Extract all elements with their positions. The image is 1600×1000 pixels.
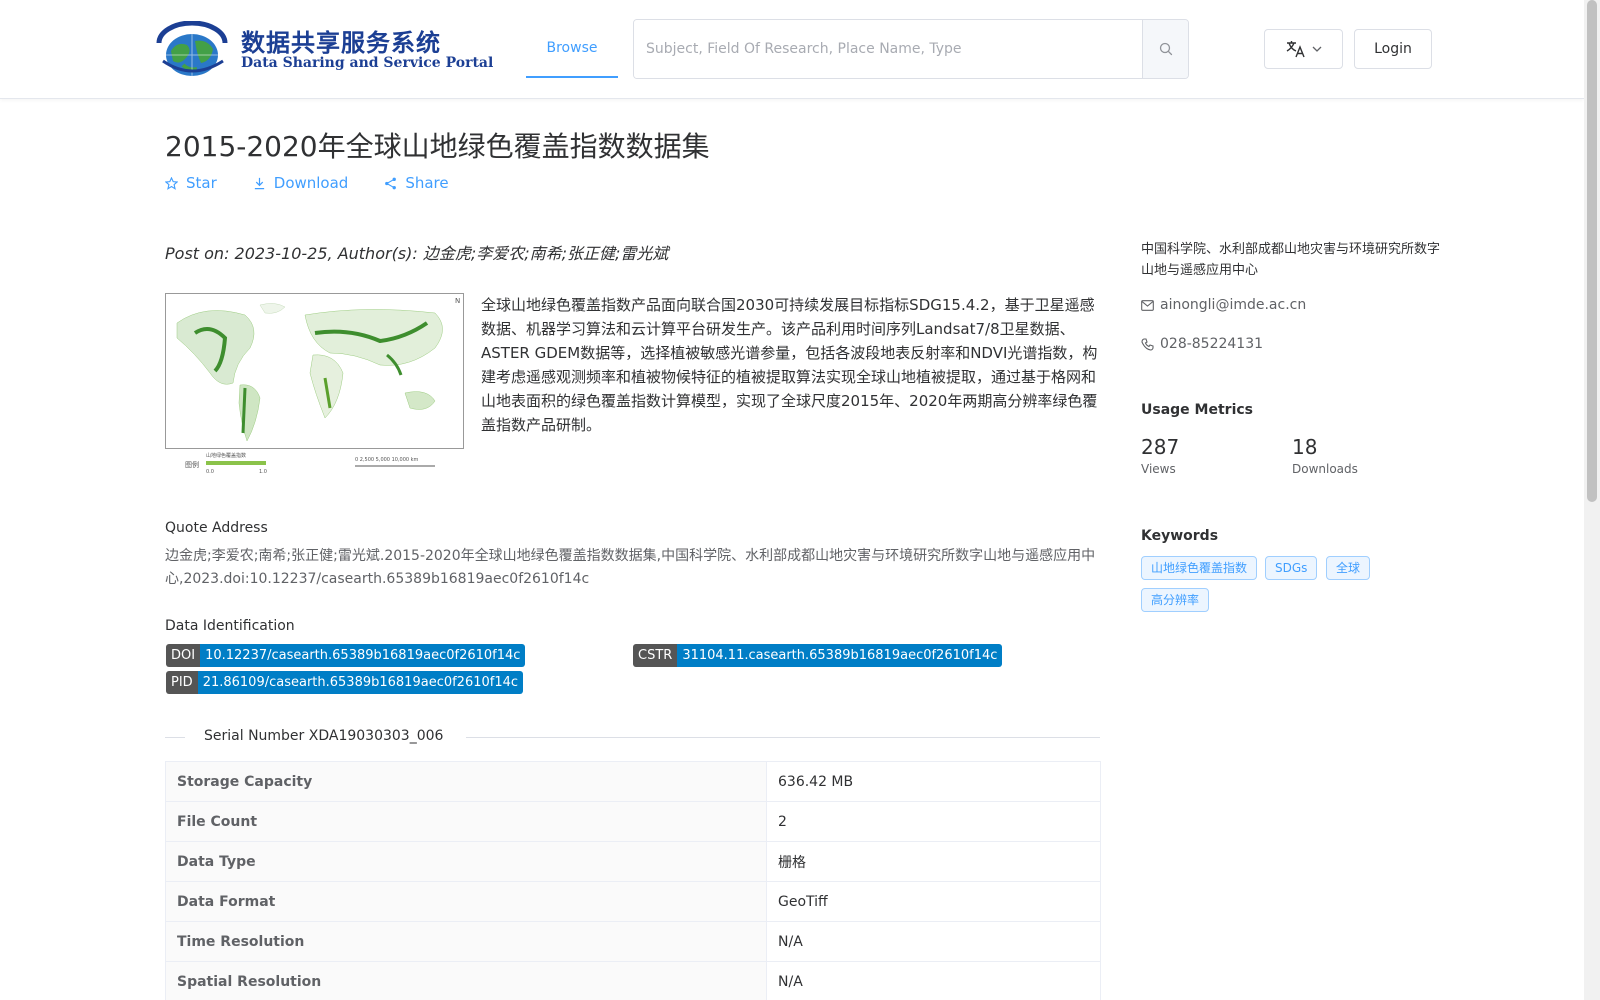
logo-english-title: Data Sharing and Service Portal [241, 55, 494, 71]
svg-text:N: N [455, 297, 460, 305]
pid-badge-value: 21.86109/casearth.65389b16819aec0f2610f1… [197, 671, 524, 694]
page-scrollbar[interactable] [1584, 0, 1600, 1000]
svg-text:0.0: 0.0 [206, 469, 214, 475]
views-metric: 287 Views [1141, 435, 1179, 476]
download-icon [254, 177, 264, 189]
detail-key: Time Resolution [165, 921, 767, 962]
dataset-thumbnail-map[interactable]: N 图例 山地绿色覆盖指数 0.0 1.0 0 2,500 5,000 10,0… [165, 293, 465, 478]
divider-line-right [466, 737, 1100, 738]
svg-text:0 2,500 5,000 10,000: 0 2,500 5,000 10,000 km [355, 457, 419, 463]
keywords-title: Keywords [1141, 528, 1219, 544]
table-row: File Count 2 [165, 801, 1101, 842]
table-row: Data Type 栅格 [165, 841, 1101, 882]
phone-text: 028-85224131 [1160, 336, 1264, 352]
star-label: Star [186, 174, 217, 192]
cstr-badge[interactable]: CSTR 31104.11.casearth.65389b16819aec0f2… [633, 644, 1003, 667]
pid-badge[interactable]: PID 21.86109/casearth.65389b16819aec0f26… [166, 671, 524, 694]
cstr-badge-value: 31104.11.casearth.65389b16819aec0f2610f1… [677, 644, 1003, 667]
share-button[interactable]: Share [384, 174, 449, 192]
top-header: 数据共享服务系统 Data Sharing and Service Portal… [0, 0, 1584, 99]
detail-key: Data Type [165, 841, 767, 882]
views-count: 287 [1141, 435, 1180, 459]
doi-badge-key: DOI [166, 644, 201, 667]
search-bar [633, 19, 1189, 79]
scrollbar-thumb[interactable] [1587, 0, 1597, 502]
views-label: Views [1141, 462, 1176, 476]
downloads-metric: 18 Downloads [1292, 435, 1358, 476]
detail-key: Storage Capacity [165, 761, 767, 802]
doi-badge-value: 10.12237/casearth.65389b16819aec0f2610f1… [200, 644, 526, 667]
email-text: ainongli@imde.ac.cn [1160, 297, 1307, 313]
search-input[interactable] [634, 20, 1142, 78]
page-title: 2015-2020年全球山地绿色覆盖指数数据集 [165, 130, 710, 163]
share-icon [385, 177, 397, 189]
star-button[interactable]: Star [165, 174, 217, 192]
contact-email[interactable]: ainongli@imde.ac.cn [1141, 297, 1306, 313]
details-table: Storage Capacity 636.42 MB File Count 2 … [165, 761, 1101, 1000]
divider-line-left [165, 737, 185, 738]
language-dropdown[interactable] [1264, 29, 1343, 69]
quote-address-label: Quote Address [165, 520, 268, 536]
table-row: Storage Capacity 636.42 MB [165, 761, 1101, 802]
svg-text:1.0: 1.0 [259, 469, 267, 475]
detail-value: N/A [766, 961, 1101, 1000]
page: 数据共享服务系统 Data Sharing and Service Portal… [0, 0, 1600, 1000]
download-label: Download [273, 174, 349, 192]
svg-text:图例: 图例 [185, 460, 199, 469]
serial-number: Serial Number XDA19030303_006 [204, 728, 444, 744]
detail-key: Data Format [165, 881, 767, 922]
search-button[interactable] [1142, 20, 1188, 78]
download-button[interactable]: Download [253, 174, 349, 192]
quote-address-text: 边金虎;李爱农;南希;张正健;雷光斌.2015-2020年全球山地绿色覆盖指数数… [165, 548, 1096, 587]
downloads-count: 18 [1292, 435, 1318, 459]
search-icon [1159, 42, 1172, 56]
detail-value: GeoTiff [766, 881, 1101, 922]
mail-icon [1141, 299, 1154, 311]
keyword-tag[interactable]: 高分辨率 [1141, 588, 1210, 612]
cstr-badge-key: CSTR [633, 644, 678, 667]
logo-chinese-title: 数据共享服务系统 [241, 29, 441, 57]
post-info: Post on: 2023-10-25, Author(s): 边金虎;李爱农;… [165, 244, 669, 263]
phone-icon [1141, 337, 1154, 351]
usage-metrics-title: Usage Metrics [1141, 402, 1253, 418]
site-logo[interactable]: 数据共享服务系统 Data Sharing and Service Portal [153, 19, 493, 79]
keyword-tag[interactable]: 山地绿色覆盖指数 [1141, 556, 1258, 580]
detail-value: 栅格 [766, 841, 1101, 882]
share-label: Share [405, 174, 449, 192]
chevron-down-icon [1312, 46, 1321, 52]
nav-browse[interactable]: Browse [526, 26, 618, 78]
keyword-tag[interactable]: SDGs [1265, 556, 1318, 580]
globe-logo-icon [156, 21, 228, 76]
table-row: Time Resolution N/A [165, 921, 1101, 962]
contact-phone: 028-85224131 [1141, 336, 1263, 352]
doi-badge[interactable]: DOI 10.12237/casearth.65389b16819aec0f26… [166, 644, 526, 667]
dataset-actions: Star Download Share [165, 174, 449, 192]
login-button[interactable]: Login [1354, 29, 1432, 69]
pid-badge-key: PID [166, 671, 198, 694]
star-icon [165, 176, 178, 190]
organization-name: 中国科学院、水利部成都山地灾害与环境研究所数字山地与遥感应用中心 [1141, 242, 1441, 278]
table-row: Spatial Resolution N/A [165, 961, 1101, 1000]
translate-icon [1286, 41, 1305, 58]
downloads-label: Downloads [1292, 462, 1358, 476]
detail-key: File Count [165, 801, 767, 842]
serial-number-divider: Serial Number XDA19030303_006 [165, 727, 1100, 747]
table-row: Data Format GeoTiff [165, 881, 1101, 922]
dataset-description: 全球山地绿色覆盖指数产品面向联合国2030可持续发展目标指标SDG15.4.2，… [481, 296, 1098, 434]
svg-text:山地绿色覆盖指数: 山地绿色覆盖指数 [206, 452, 246, 459]
detail-key: Spatial Resolution [165, 961, 767, 1000]
data-identification-label: Data Identification [165, 618, 295, 634]
detail-value: 2 [766, 801, 1101, 842]
detail-value: 636.42 MB [766, 761, 1101, 802]
keyword-tag[interactable]: 全球 [1326, 556, 1371, 580]
detail-value: N/A [766, 921, 1101, 962]
